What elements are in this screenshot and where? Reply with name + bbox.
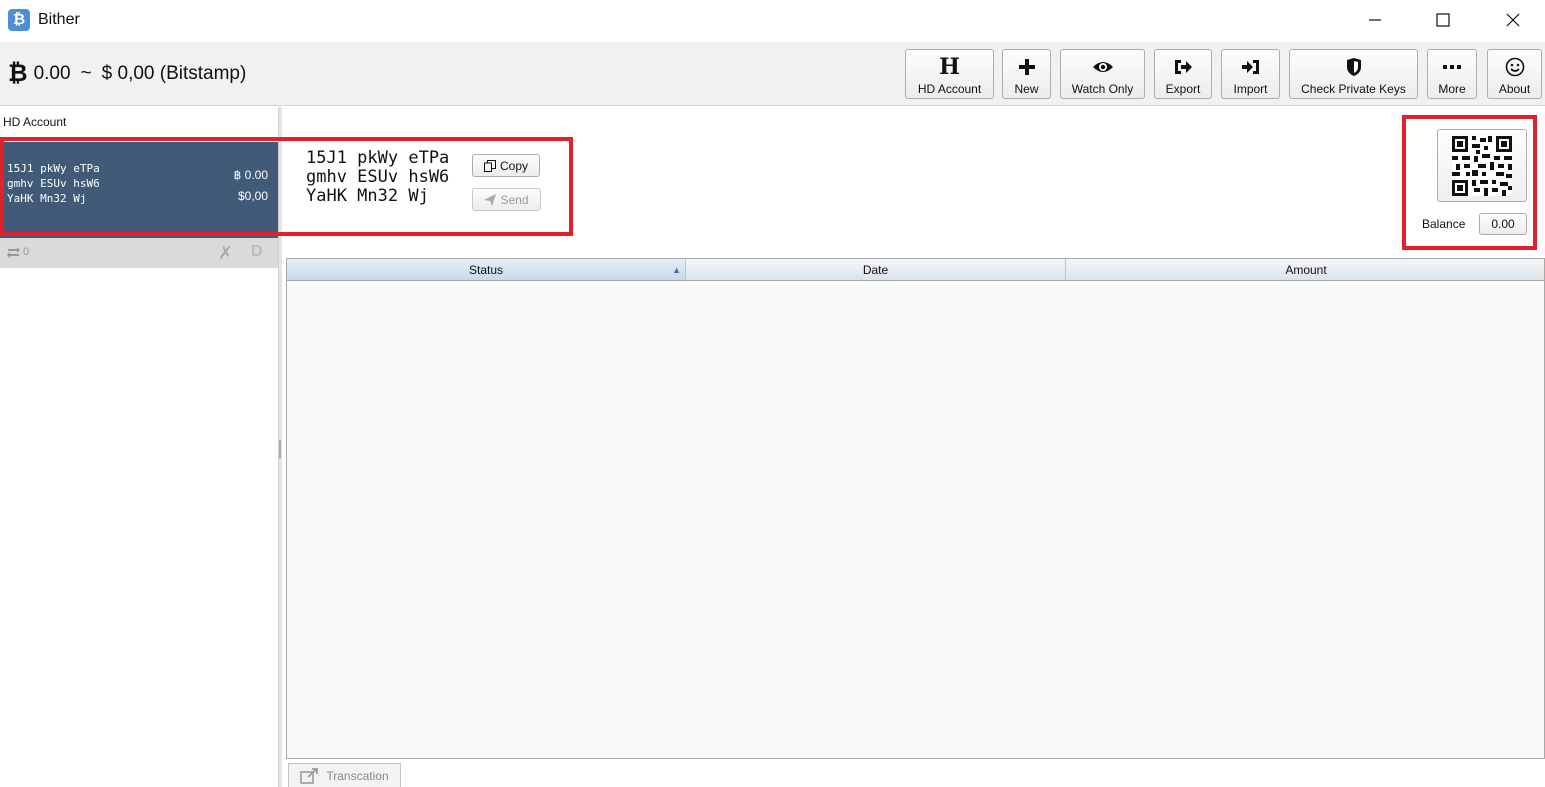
export-button[interactable]: Export: [1154, 49, 1212, 99]
shield-icon: [1346, 54, 1362, 80]
about-button[interactable]: About: [1487, 49, 1542, 99]
transaction-table[interactable]: Status ▲ Date Amount: [286, 258, 1545, 759]
title-bar: ₿ Bither: [0, 0, 1545, 42]
minimize-icon: [1369, 19, 1381, 21]
highlight-box-address: [0, 137, 573, 236]
about-label: About: [1498, 82, 1531, 96]
export-label: Export: [1165, 82, 1201, 96]
maximize-button[interactable]: [1420, 0, 1466, 40]
eye-icon: [1092, 54, 1114, 80]
sort-ascending-icon: ▲: [672, 265, 681, 275]
column-header-status[interactable]: Status ▲: [287, 259, 686, 280]
watch-only-button[interactable]: Watch Only: [1060, 49, 1145, 99]
x-icon[interactable]: ✗: [218, 243, 233, 264]
close-button[interactable]: [1490, 0, 1536, 40]
column-header-amount[interactable]: Amount: [1066, 259, 1545, 280]
transaction-button[interactable]: Transcation: [288, 763, 401, 787]
import-button[interactable]: Import: [1221, 49, 1280, 99]
minimize-button[interactable]: [1352, 0, 1398, 40]
tx-count-value: 0: [23, 246, 30, 258]
splitter-grip[interactable]: [279, 440, 281, 458]
export-icon: [1173, 54, 1193, 80]
table-header: Status ▲ Date Amount: [287, 259, 1544, 281]
d-icon[interactable]: D: [251, 243, 263, 261]
transaction-label: Transcation: [326, 768, 389, 783]
hd-account-label: HD Account: [917, 82, 982, 96]
external-link-icon: [300, 767, 319, 784]
more-label: More: [1438, 82, 1466, 96]
ellipsis-icon: [1443, 54, 1461, 80]
column-header-label: Amount: [1285, 262, 1327, 277]
maximize-icon: [1436, 13, 1450, 27]
bitcoin-icon: ₿: [8, 60, 28, 87]
column-header-date[interactable]: Date: [686, 259, 1066, 280]
check-private-keys-label: Check Private Keys: [1301, 82, 1406, 96]
close-icon: [1506, 13, 1520, 27]
import-icon: [1241, 54, 1261, 80]
smiley-icon: [1505, 54, 1525, 80]
plus-icon: [1018, 54, 1036, 80]
tx-count: 0: [7, 246, 29, 258]
more-button[interactable]: More: [1427, 49, 1477, 99]
column-header-label: Status: [468, 262, 504, 277]
header: ₿ 0.00 ~ $ 0,00 (Bitstamp) H HD Account …: [0, 42, 1545, 106]
hd-account-button[interactable]: H HD Account: [905, 49, 994, 99]
sidebar-title: HD Account: [3, 115, 67, 129]
fiat-balance: $ 0,00 (Bitstamp): [101, 63, 247, 84]
watch-only-label: Watch Only: [1071, 82, 1134, 96]
card-footer: 0 ✗ D: [0, 238, 278, 268]
hd-letter-icon: H: [939, 54, 960, 80]
import-label: Import: [1233, 82, 1268, 96]
highlight-box-qr: [1402, 115, 1537, 250]
balance-separator: ~: [80, 63, 92, 84]
new-button[interactable]: New: [1002, 49, 1051, 99]
window-title: Bither: [38, 11, 80, 28]
column-header-label: Date: [862, 262, 889, 277]
app-icon: ₿: [8, 9, 30, 31]
transactions-icon: [7, 246, 20, 258]
new-label: New: [1014, 82, 1039, 96]
btc-balance: 0.00: [33, 63, 71, 84]
check-private-keys-button[interactable]: Check Private Keys: [1289, 49, 1418, 99]
total-balance: ₿ 0.00 ~ $ 0,00 (Bitstamp): [8, 62, 246, 86]
